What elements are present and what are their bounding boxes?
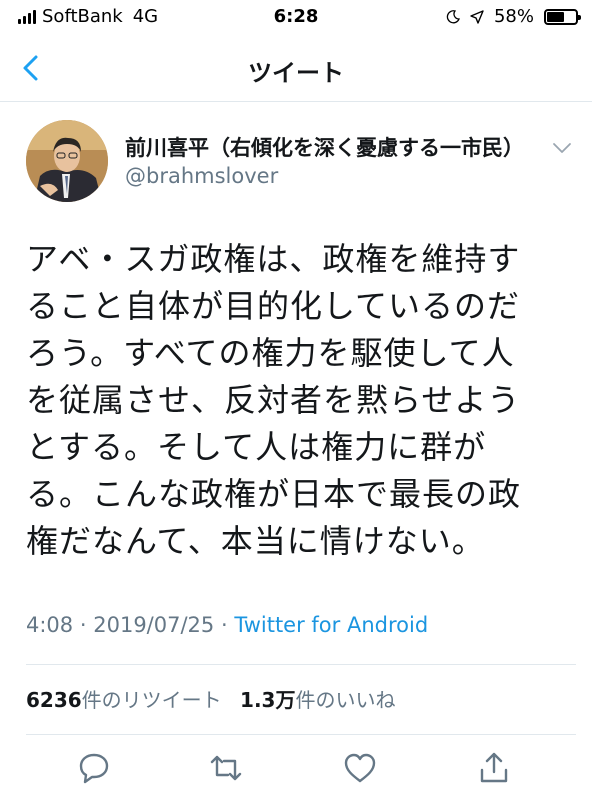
tweet-time: 4:08 <box>26 613 74 637</box>
avatar[interactable] <box>26 120 108 202</box>
meta-separator: · <box>79 613 87 637</box>
like-button[interactable] <box>342 750 378 786</box>
moon-icon <box>446 9 460 23</box>
retweet-icon <box>210 755 242 781</box>
retweet-label: 件のリツイート <box>81 688 222 712</box>
tweet-stats: 6236件のリツイート 1.3万件のいいね <box>26 684 395 713</box>
tweet-text: アベ・スガ政権は、政権を維持す ること自体が目的化しているのだ ろう。すべての権… <box>26 240 522 560</box>
tweet-actions <box>0 750 592 790</box>
reply-button[interactable] <box>76 750 112 786</box>
battery-icon <box>544 8 581 25</box>
battery-fill <box>547 11 565 22</box>
tweet-date[interactable]: 2019/07/25 <box>93 613 214 637</box>
user-handle[interactable]: @brahmslover <box>125 164 278 188</box>
avatar-image <box>26 120 108 202</box>
retweet-count: 6236 <box>26 688 82 712</box>
status-right: 58% <box>446 6 581 27</box>
divider <box>26 664 576 665</box>
reply-icon <box>79 753 109 784</box>
meta-separator-2: · <box>220 613 228 637</box>
display-name[interactable]: 前川喜平（右傾化を深く憂慮する一市民） <box>125 132 524 162</box>
tweet-meta: 4:08 · 2019/07/25 · Twitter for Android <box>26 613 428 637</box>
likes-stat[interactable]: 1.3万件のいいね <box>240 688 395 712</box>
retweet-button[interactable] <box>208 750 244 786</box>
retweets-stat[interactable]: 6236件のリツイート <box>26 688 222 712</box>
divider-2 <box>26 734 576 735</box>
like-count: 1.3万 <box>240 688 296 712</box>
battery-percent: 58% <box>493 6 534 27</box>
page-title: ツイート <box>248 59 344 87</box>
like-label: 件のいいね <box>295 688 396 712</box>
share-button[interactable] <box>476 750 512 786</box>
location-arrow-icon <box>470 9 484 24</box>
like-icon <box>344 753 376 783</box>
chevron-down-icon <box>553 143 571 153</box>
tweet-client-link[interactable]: Twitter for Android <box>234 613 428 637</box>
share-icon <box>480 752 508 783</box>
tweet-header: 前川喜平（右傾化を深く憂慮する一市民） @brahmslover <box>26 120 576 204</box>
nav-bar: ツイート <box>0 34 592 102</box>
status-bar: SoftBank 4G 6:28 58% <box>0 0 592 34</box>
more-options-button[interactable] <box>550 138 574 158</box>
